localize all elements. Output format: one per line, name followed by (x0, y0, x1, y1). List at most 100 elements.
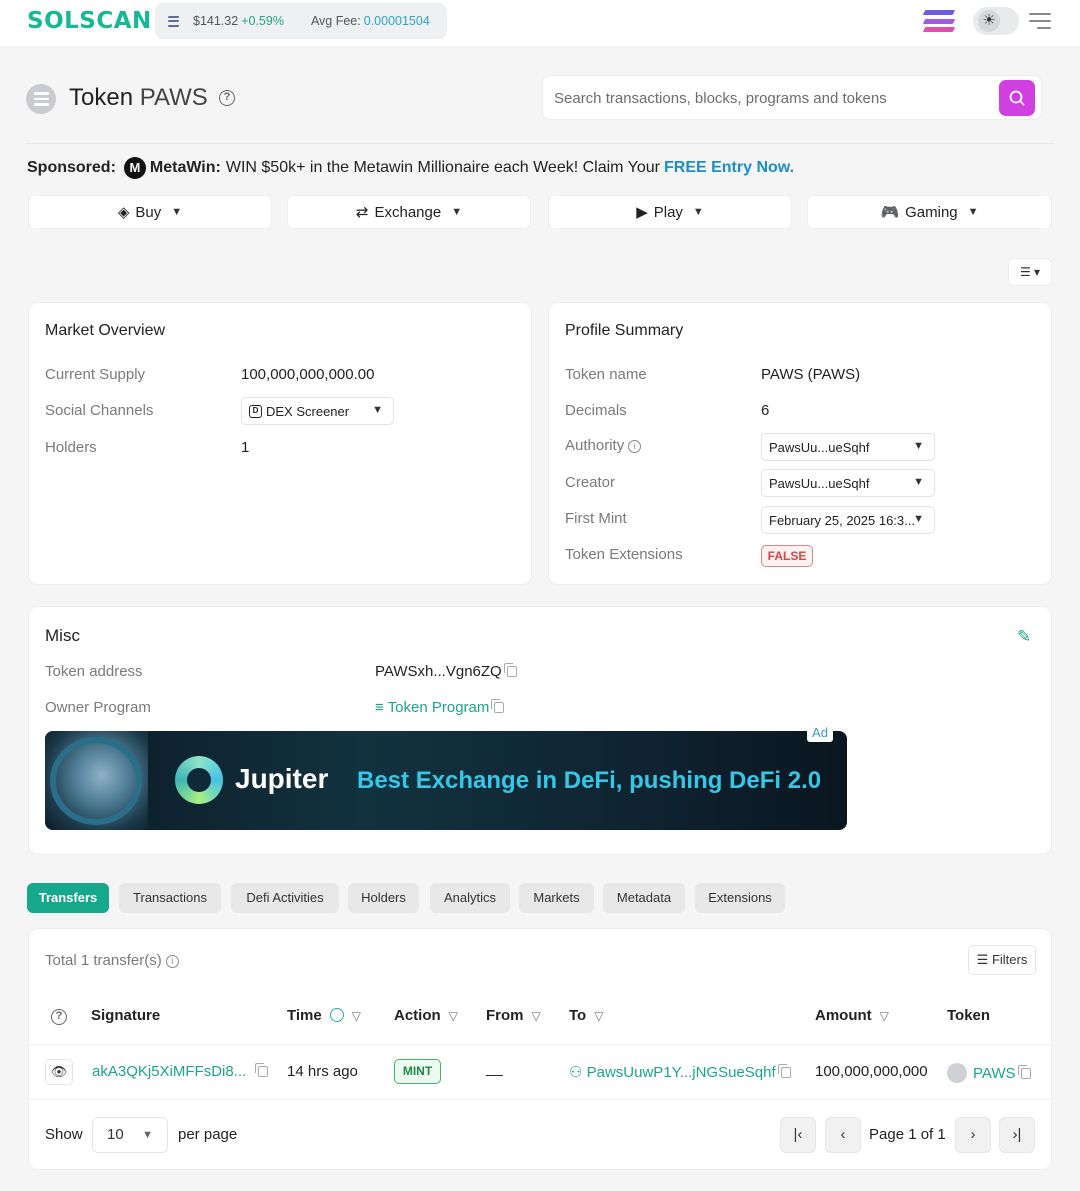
filter-icon[interactable]: ▽ (880, 1009, 889, 1023)
sponsored-banner: Sponsored: M MetaWin: WIN $50k+ in the M… (27, 157, 794, 179)
play-label: Play (653, 203, 683, 221)
first-page-button[interactable]: |‹ (780, 1117, 816, 1153)
token-cell: PAWS (947, 1063, 1031, 1083)
owner-program-link[interactable]: Token Program (388, 699, 490, 716)
play-dropdown[interactable]: ▶ Play ▼ (548, 195, 792, 229)
col-to-label: To (569, 1007, 587, 1024)
help-icon[interactable]: ? (219, 90, 235, 106)
jupiter-ad-banner[interactable]: Jupiter Best Exchange in DeFi, pushing D… (45, 731, 847, 830)
copy-icon[interactable] (777, 1064, 791, 1078)
search-button[interactable] (999, 80, 1035, 116)
copy-icon[interactable] (1017, 1065, 1031, 1079)
gaming-dropdown[interactable]: 🎮 Gaming ▼ (807, 195, 1052, 229)
creator-value: PawsUu...ueSqhf (769, 475, 870, 491)
total-transfers: Total 1 transfer(s) i (45, 952, 179, 969)
sliders-icon: ☰ (976, 952, 989, 967)
clock-icon[interactable] (329, 1008, 344, 1022)
copy-icon[interactable] (491, 699, 505, 713)
search-input[interactable] (554, 86, 994, 110)
sponsored-text: WIN $50k+ in the Metawin Millionaire eac… (225, 159, 660, 176)
next-page-button[interactable]: › (955, 1117, 991, 1153)
solana-network-icon[interactable] (922, 10, 956, 32)
chevron-down-icon: ▼ (451, 206, 463, 218)
divider (26, 143, 1054, 144)
jupiter-logo-icon (175, 756, 223, 804)
from-cell: __ (486, 1060, 503, 1077)
to-address-link[interactable]: PawsUuwP1Y...jNGSueSqhf (587, 1064, 776, 1081)
token-address-value: PAWSxh...Vgn6ZQ (375, 663, 517, 680)
signature-cell: akA3QKj5XiMFFsDi8... (92, 1063, 269, 1080)
current-supply-value: 100,000,000,000.00 (241, 366, 375, 383)
sol-icon (167, 15, 180, 27)
column-help-icon[interactable]: ? (51, 1009, 67, 1025)
creator-dropdown[interactable]: PawsUu...ueSqhf ▼ (761, 469, 935, 497)
tab-metadata[interactable]: Metadata (603, 883, 685, 913)
tab-markets[interactable]: Markets (519, 883, 594, 913)
social-channels-dropdown[interactable]: D DEX Screener ▼ (241, 397, 394, 425)
token-icon (947, 1063, 967, 1083)
prev-page-button[interactable]: ‹ (825, 1117, 861, 1153)
token-link[interactable]: PAWS (973, 1065, 1016, 1082)
per-page-value: 10 (107, 1126, 124, 1143)
tab-transactions[interactable]: Transactions (119, 883, 221, 913)
buy-icon: ◈ (117, 204, 130, 221)
chevron-down-icon: ▼ (372, 404, 383, 416)
sponsored-cta-link[interactable]: FREE Entry Now. (664, 159, 794, 177)
eye-icon[interactable]: 👁 (45, 1059, 73, 1085)
filters-button[interactable]: ☰ Filters (968, 945, 1036, 975)
info-icon[interactable]: i (628, 440, 642, 453)
first-mint-value: February 25, 2025 16:3... (769, 512, 915, 528)
filter-icon[interactable]: ▽ (449, 1009, 458, 1023)
market-overview-title: Market Overview (45, 322, 166, 339)
col-time-label: Time (287, 1007, 322, 1024)
chevron-down-icon: ▼ (967, 206, 979, 218)
wallet-icon: ⚇ (569, 1064, 583, 1081)
tab-defi-activities[interactable]: Defi Activities (231, 883, 339, 913)
top-bar: SOLSCAN $141.32 +0.59% Avg Fee: 0.000015… (0, 0, 1080, 46)
owner-program-value[interactable]: ≡ Token Program (375, 699, 505, 716)
last-page-button[interactable]: ›| (999, 1117, 1035, 1153)
col-action-label: Action (394, 1007, 441, 1024)
ad-brand: Jupiter (235, 763, 329, 794)
solscan-logo[interactable]: SOLSCAN (27, 8, 152, 34)
authority-dropdown[interactable]: PawsUu...ueSqhf ▼ (761, 433, 935, 461)
list-view-toggle[interactable]: ☰ ▾ (1008, 258, 1052, 286)
filter-icon[interactable]: ▽ (594, 1009, 603, 1023)
theme-toggle[interactable]: ☀ (973, 7, 1019, 35)
sol-change: +0.59% (241, 14, 284, 28)
exchange-icon: ⇄ (355, 204, 369, 221)
menu-icon[interactable] (1029, 13, 1051, 29)
buy-dropdown[interactable]: ◈ Buy ▼ (28, 195, 272, 229)
copy-icon[interactable] (503, 663, 517, 677)
filter-icon[interactable]: ▽ (532, 1009, 541, 1023)
signature-link[interactable]: akA3QKj5XiMFFsDi8... (92, 1063, 246, 1080)
tab-transfers[interactable]: Transfers (27, 883, 109, 913)
col-token: Token (947, 1007, 991, 1024)
holders-label: Holders (45, 439, 97, 456)
ad-badge: Ad (807, 724, 833, 742)
copy-icon[interactable] (255, 1063, 269, 1077)
col-action: Action ▽ (394, 1007, 458, 1024)
misc-title: Misc (45, 626, 80, 645)
info-icon[interactable]: i (165, 955, 179, 968)
sponsored-brand: MetaWin: (149, 159, 221, 176)
total-transfers-text: Total 1 transfer(s) (45, 952, 162, 969)
tab-extensions[interactable]: Extensions (695, 883, 785, 913)
current-supply-label: Current Supply (45, 366, 146, 383)
first-mint-label: First Mint (565, 510, 627, 527)
col-signature: Signature (91, 1007, 161, 1024)
tab-holders[interactable]: Holders (348, 883, 419, 913)
per-page-select[interactable]: 10 ▼ (92, 1117, 168, 1153)
metawin-icon: M (123, 157, 146, 179)
first-mint-dropdown[interactable]: February 25, 2025 16:3... ▼ (761, 506, 935, 534)
program-icon: ≡ (375, 699, 384, 716)
token-extensions-label: Token Extensions (565, 546, 683, 563)
filter-icon[interactable]: ▽ (352, 1009, 361, 1023)
tab-analytics[interactable]: Analytics (430, 883, 510, 913)
col-amount: Amount ▽ (815, 1007, 889, 1024)
sponsored-label: Sponsored: (27, 159, 116, 176)
market-overview-card (28, 302, 532, 585)
gamepad-icon: 🎮 (880, 204, 900, 221)
exchange-dropdown[interactable]: ⇄ Exchange ▼ (287, 195, 531, 229)
edit-icon[interactable]: ✎ (1017, 627, 1031, 647)
